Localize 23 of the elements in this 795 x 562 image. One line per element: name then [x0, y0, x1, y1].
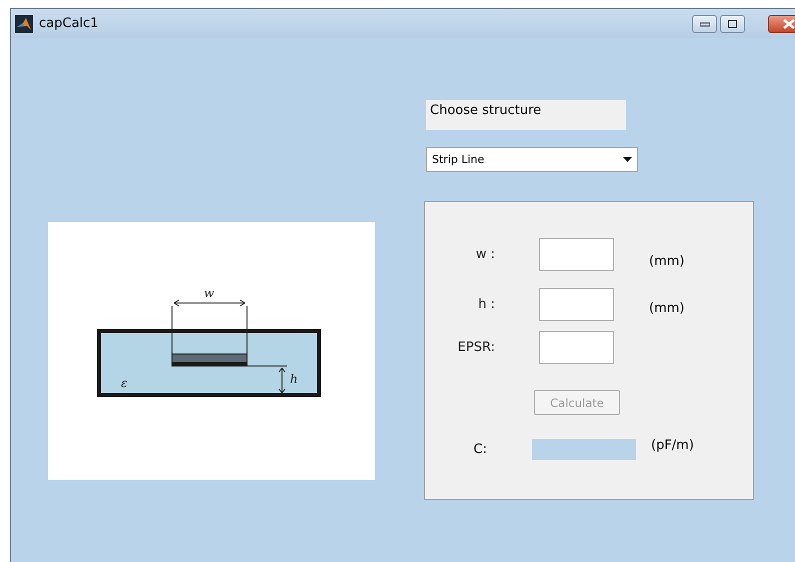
field-label: h :: [477, 297, 495, 312]
structure-dropdown[interactable]: Strip Line: [426, 147, 638, 172]
window-title: capCalc1: [39, 16, 98, 31]
caret-icon: [623, 157, 632, 162]
height-label: h: [290, 372, 298, 386]
input-field[interactable]: [539, 238, 614, 271]
field-label: w :: [474, 247, 495, 262]
maximize-icon: [728, 20, 737, 28]
unit-label: (pF/m): [651, 438, 694, 453]
field-label: EPSR:: [456, 340, 495, 355]
minimize-icon: [700, 20, 710, 26]
permittivity-label: ε: [120, 376, 127, 390]
unit-label: (mm): [649, 254, 684, 269]
width-label: w: [203, 291, 214, 300]
maximize-button[interactable]: [720, 14, 745, 32]
input-field[interactable]: [539, 331, 614, 364]
input-field[interactable]: [539, 288, 614, 321]
minimize-button[interactable]: [692, 14, 717, 32]
unit-label: (mm): [649, 301, 684, 316]
app-icon: [15, 14, 33, 32]
close-icon: [783, 18, 795, 28]
structure-label: Choose structure: [426, 100, 626, 130]
result-label: C:: [472, 442, 487, 457]
